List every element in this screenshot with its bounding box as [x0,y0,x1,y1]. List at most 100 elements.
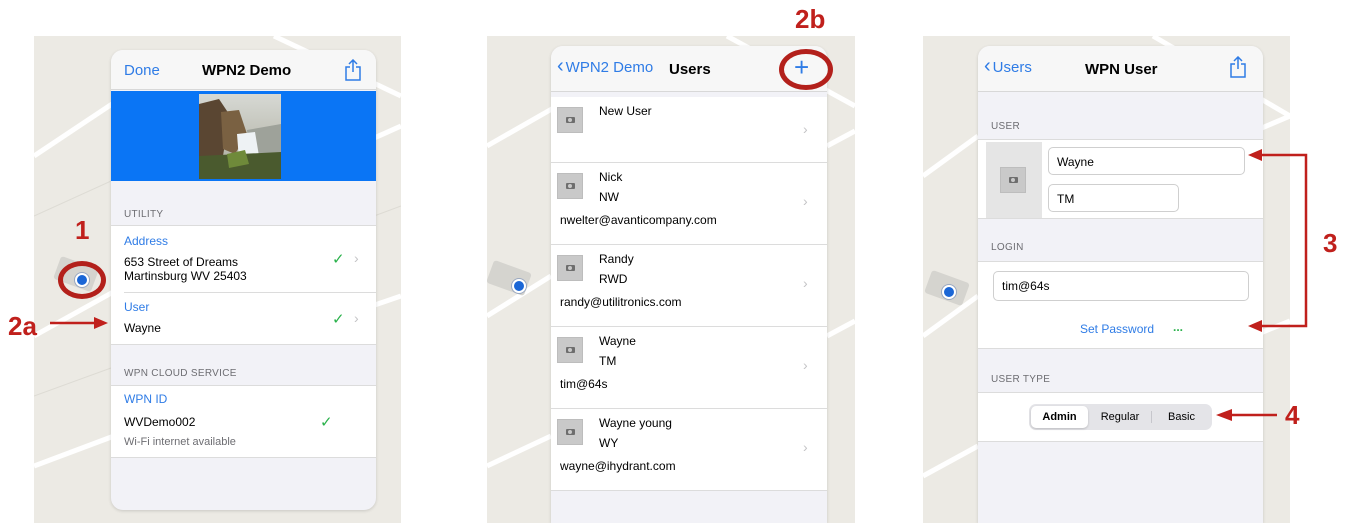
share-icon[interactable] [1229,56,1247,78]
checkmark-icon: ✓ [332,251,345,268]
user-initials: TM [599,354,617,368]
address-label: Address [124,234,169,248]
chevron-right-icon: › [803,439,808,455]
annotation-arrow-2a [50,317,108,329]
back-label: WPN2 Demo [565,59,654,76]
set-password-ellipsis: ... [1173,320,1184,334]
cloud-group: WPN ID WVDemo002 Wi-Fi internet availabl… [111,385,376,458]
avatar-box[interactable] [986,142,1042,218]
wpn-id-value: WVDemo002 [124,415,196,429]
screen-wpn-user: ‹ Users WPN User USER Wayne TM LOGIN tim@… [978,46,1263,523]
section-label-user: USER [991,121,1020,132]
location-pin[interactable] [942,285,956,299]
list-item[interactable]: Nick NW nwelter@avanticompany.com › [551,163,827,245]
user-row[interactable]: User Wayne ✓ › [111,293,376,346]
connection-status: Wi-Fi internet available [124,436,236,448]
user-type-segmented-control[interactable]: Admin Regular Basic [1029,404,1212,430]
annotation-label-4: 4 [1285,400,1300,430]
address-line-2: Martinsburg WV 25403 [124,269,247,283]
user-login: tim@64s [560,377,608,391]
annotation-circle-2b [779,49,833,90]
chevron-right-icon: › [803,275,808,291]
chevron-right-icon: › [803,121,808,137]
segment-regular[interactable]: Regular [1090,406,1150,428]
user-initials: NW [599,190,619,204]
back-button[interactable]: ‹ Users [984,56,1032,76]
back-label: Users [992,59,1032,76]
avatar [557,337,583,363]
list-item[interactable]: New User › [551,97,827,163]
user-name: Nick [599,170,623,184]
user-name: New User [599,104,652,118]
screen-users-list: ‹ WPN2 Demo Users + New User › Nick NW nw… [551,46,827,523]
set-password-link[interactable]: Set Password [1080,322,1154,336]
camera-icon [566,183,575,189]
section-label-user-type: USER TYPE [991,374,1051,385]
camera-icon [566,347,575,353]
section-label-utility: UTILITY [124,209,164,220]
user-login: randy@utilitronics.com [560,295,682,309]
annotation-label-2a: 2a [8,311,37,341]
address-row[interactable]: Address 653 Street of Dreams Martinsburg… [111,226,376,292]
camera-icon [566,117,575,123]
waterfall-photo [199,94,281,179]
camera-icon [1009,177,1018,183]
list-item[interactable]: Wayne young WY wayne@ihydrant.com › [551,409,827,491]
annotation-label-1: 1 [75,215,90,245]
list-item[interactable]: Randy RWD randy@utilitronics.com › [551,245,827,327]
section-label-cloud: WPN CLOUD SERVICE [124,368,237,379]
location-pin[interactable] [512,279,526,293]
annotation-bracket-3 [1248,149,1308,332]
avatar [557,173,583,199]
camera-icon [566,265,575,271]
page-title: Users [669,61,711,78]
login-field[interactable]: tim@64s [993,271,1249,301]
back-button[interactable]: ‹ WPN2 Demo [557,56,654,76]
done-button[interactable]: Done [124,62,160,79]
utility-group: Address 653 Street of Dreams Martinsburg… [111,225,376,345]
user-value: Wayne [124,321,161,335]
segment-divider [1151,411,1152,423]
first-name-field[interactable]: Wayne [1048,147,1245,175]
user-label: User [124,300,150,314]
users-list: New User › Nick NW nwelter@avanticompany… [551,97,827,491]
segment-basic[interactable]: Basic [1153,406,1210,428]
chevron-right-icon: › [354,310,359,326]
avatar [557,419,583,445]
annotation-label-2b: 2b [795,4,826,34]
navigation-bar: ‹ Users WPN User [978,46,1263,92]
avatar [557,107,583,133]
chevron-right-icon: › [803,357,808,373]
annotation-arrow-4 [1216,409,1277,421]
navigation-bar: Done WPN2 Demo [111,50,376,90]
header-banner [111,91,376,181]
avatar [1000,167,1026,193]
user-name: Wayne [599,334,636,348]
checkmark-icon: ✓ [320,414,333,431]
share-icon[interactable] [344,59,362,81]
annotation-label-3: 3 [1323,228,1338,258]
annotation-circle-1 [58,261,106,299]
avatar [557,255,583,281]
login-group: tim@64s Set Password ... [978,261,1263,349]
list-item[interactable]: Wayne TM tim@64s › [551,327,827,409]
camera-icon [566,429,575,435]
address-line-1: 653 Street of Dreams [124,255,239,269]
chevron-right-icon: › [803,193,808,209]
user-login: wayne@ihydrant.com [560,459,676,473]
user-initials: RWD [599,272,628,286]
user-name: Randy [599,252,634,266]
checkmark-icon: ✓ [332,311,345,328]
initials-field[interactable]: TM [1048,184,1179,212]
wpn-id-label: WPN ID [124,392,168,406]
user-login: nwelter@avanticompany.com [560,213,717,227]
segment-admin[interactable]: Admin [1031,406,1088,428]
chevron-right-icon: › [354,250,359,266]
chevron-left-icon: ‹ [557,55,564,77]
page-title: WPN User [1085,61,1158,78]
section-label-login: LOGIN [991,242,1024,253]
page-title: WPN2 Demo [202,62,292,79]
user-initials: WY [599,436,619,450]
chevron-left-icon: ‹ [984,55,991,77]
screen-wpn2-demo: Done WPN2 Demo UTILITY Address 653 Stree… [111,50,376,510]
